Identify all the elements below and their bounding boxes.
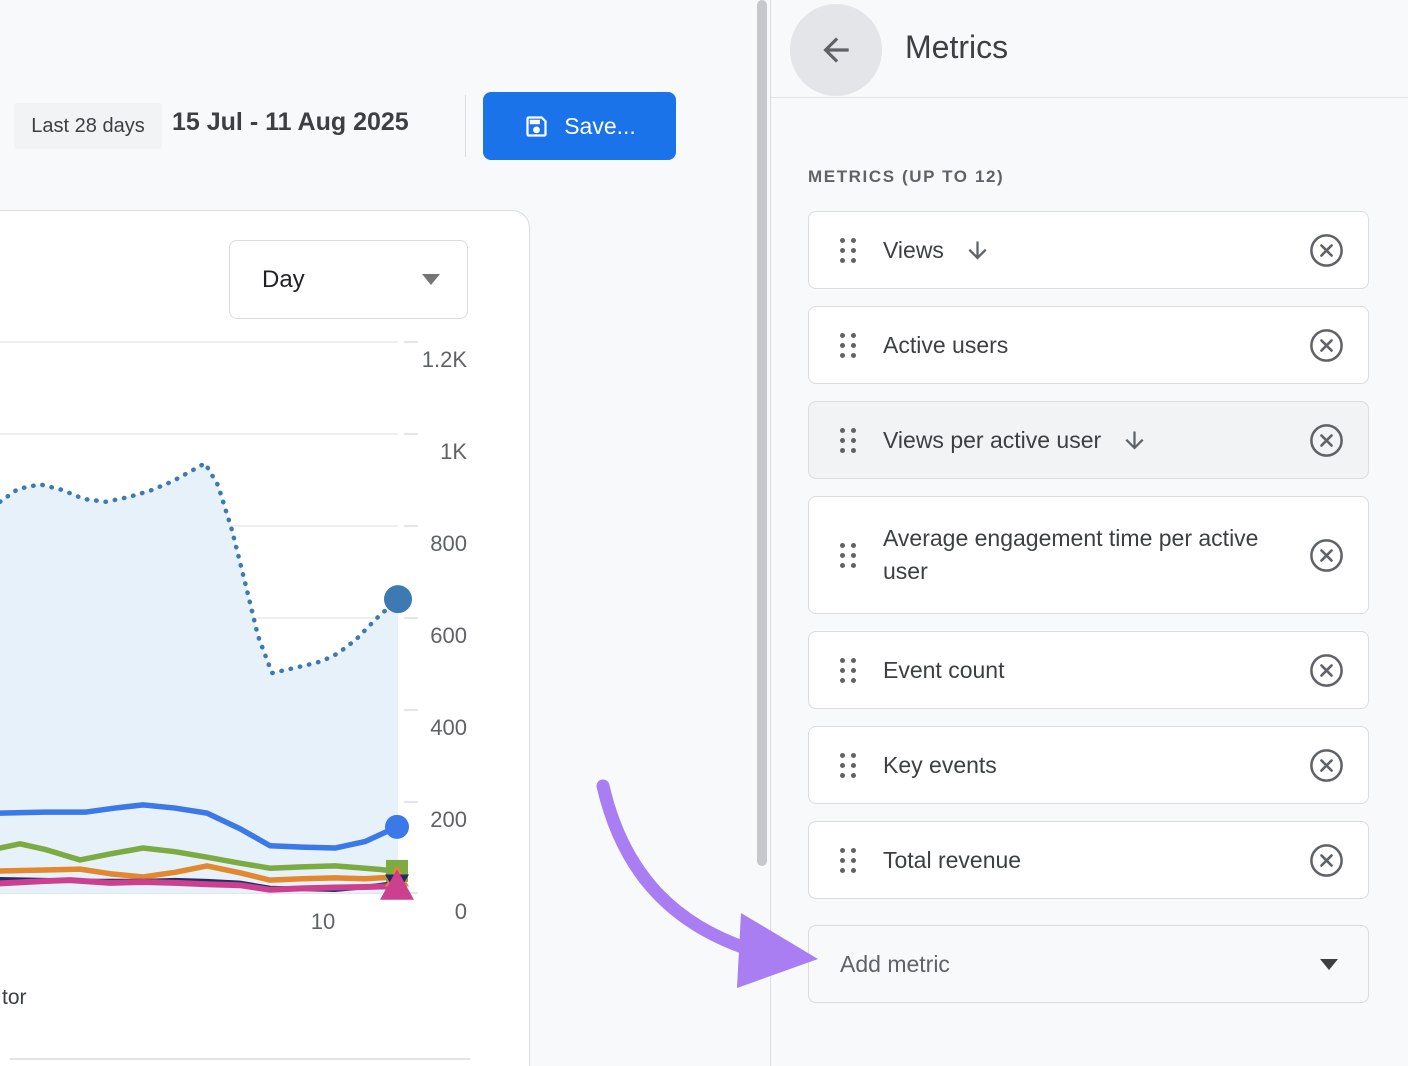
metric-item[interactable]: Key events — [808, 726, 1369, 804]
drag-handle-icon[interactable] — [840, 848, 856, 873]
metric-item-label: Views per active user — [883, 424, 1101, 457]
metrics-section-label: METRICS (UP TO 12) — [808, 167, 1004, 187]
back-button[interactable] — [790, 4, 882, 96]
drag-handle-icon[interactable] — [840, 658, 856, 683]
metrics-panel: Metrics METRICS (UP TO 12) Views Active … — [771, 0, 1408, 1066]
chevron-down-icon — [1320, 959, 1338, 970]
metric-item[interactable]: Average engagement time per active user — [808, 496, 1369, 614]
y-tick-label: 400 — [430, 715, 467, 740]
metric-item-label: Event count — [883, 654, 1004, 687]
y-tick-label: 800 — [430, 531, 467, 556]
metric-list: Views Active users Views per active user — [808, 211, 1369, 1003]
remove-metric-icon[interactable] — [1307, 231, 1346, 270]
y-tick-label: 1.2K — [422, 347, 468, 372]
series-area-dotted-blue — [0, 463, 398, 893]
date-preset-chip[interactable]: Last 28 days — [14, 103, 162, 149]
drag-handle-icon[interactable] — [840, 753, 856, 778]
y-axis-labels: 1.2K 1K 800 600 400 200 0 — [422, 347, 468, 924]
date-preset-label: Last 28 days — [31, 115, 144, 138]
save-button[interactable]: Save... — [483, 92, 676, 160]
save-icon — [523, 113, 550, 140]
metric-item-label: Key events — [883, 749, 997, 782]
arrow-back-icon — [817, 31, 855, 69]
metric-item[interactable]: Total revenue — [808, 821, 1369, 899]
metric-item[interactable]: Views — [808, 211, 1369, 289]
series-marker-solid-blue — [385, 815, 409, 839]
add-metric-dropdown[interactable]: Add metric — [808, 925, 1369, 1003]
drag-handle-icon[interactable] — [840, 543, 856, 568]
y-tick-label: 0 — [455, 899, 467, 924]
date-range-text[interactable]: 15 Jul - 11 Aug 2025 — [172, 108, 409, 137]
sort-descending-icon — [964, 237, 991, 264]
line-chart: 1.2K 1K 800 600 400 200 0 10 tor — [0, 210, 530, 1066]
chart-series-layer — [0, 463, 414, 899]
sort-descending-icon — [1121, 427, 1148, 454]
metric-item-label: Average engagement time per active user — [883, 522, 1263, 587]
remove-metric-icon[interactable] — [1307, 841, 1346, 880]
drag-handle-icon[interactable] — [840, 238, 856, 263]
vertical-scrollbar-thumb[interactable] — [757, 0, 767, 866]
series-marker-dotted-blue — [384, 585, 412, 613]
drag-handle-icon[interactable] — [840, 428, 856, 453]
toolbar-divider — [465, 95, 466, 157]
metric-item-label: Total revenue — [883, 844, 1021, 877]
metric-item[interactable]: Event count — [808, 631, 1369, 709]
metric-item-label: Views — [883, 234, 944, 267]
drag-handle-icon[interactable] — [840, 333, 856, 358]
remove-metric-icon[interactable] — [1307, 536, 1346, 575]
remove-metric-icon[interactable] — [1307, 651, 1346, 690]
y-tick-label: 1K — [440, 439, 467, 464]
metric-item[interactable]: Active users — [808, 306, 1369, 384]
remove-metric-icon[interactable] — [1307, 746, 1346, 785]
analytics-customize-report-screen: Last 28 days 15 Jul - 11 Aug 2025 Save..… — [0, 0, 1408, 1066]
y-tick-label: 600 — [430, 623, 467, 648]
add-metric-label: Add metric — [840, 951, 950, 978]
metric-item-label: Active users — [883, 329, 1008, 362]
save-button-label: Save... — [564, 113, 636, 140]
panel-title: Metrics — [905, 29, 1008, 66]
legend-partial-text: tor — [2, 986, 27, 1009]
remove-metric-icon[interactable] — [1307, 421, 1346, 460]
remove-metric-icon[interactable] — [1307, 326, 1346, 365]
x-tick-label: 10 — [311, 909, 335, 934]
y-tick-label: 200 — [430, 807, 467, 832]
metric-item[interactable]: Views per active user — [808, 401, 1369, 479]
